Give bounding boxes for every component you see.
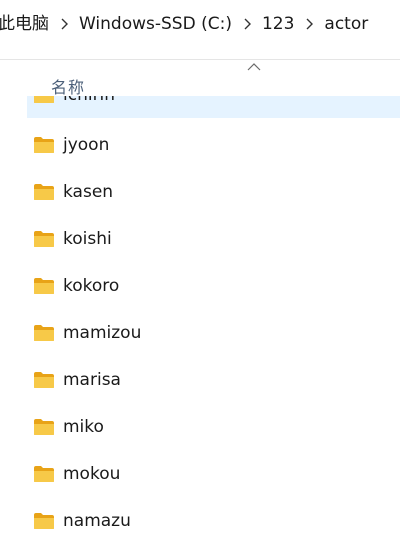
folder-icon	[34, 137, 54, 153]
address-bar[interactable]: 此电脑 Windows-SSD (C:) 123 actor	[0, 0, 400, 48]
column-header-label: 名称	[51, 78, 86, 97]
list-item[interactable]: mokou	[27, 451, 400, 497]
list-item[interactable]: marisa	[27, 357, 400, 403]
list-item[interactable]: namazu	[27, 498, 400, 543]
chevron-right-icon[interactable]	[298, 0, 320, 48]
list-item[interactable]: miko	[27, 404, 400, 450]
file-name: koishi	[63, 229, 112, 249]
breadcrumb-this-pc[interactable]: 此电脑	[0, 0, 53, 48]
sort-ascending-icon	[247, 63, 261, 71]
list-item[interactable]: koishi	[27, 216, 400, 262]
folder-icon	[34, 513, 54, 529]
folder-icon	[34, 325, 54, 341]
file-name: kasen	[63, 182, 114, 202]
file-name: mokou	[63, 464, 121, 484]
list-item[interactable]: jyoon	[27, 122, 400, 168]
list-item[interactable]: kokoro	[27, 263, 400, 309]
folder-icon	[34, 278, 54, 294]
file-name: miko	[63, 417, 104, 437]
list-item[interactable]: kasen	[27, 169, 400, 215]
file-name: jyoon	[63, 135, 110, 155]
folder-icon	[34, 184, 54, 200]
folder-icon	[34, 372, 54, 388]
breadcrumb-drive[interactable]: Windows-SSD (C:)	[75, 0, 236, 48]
list-item[interactable]: mamizou	[27, 310, 400, 356]
file-name: ichirin	[63, 96, 115, 106]
chevron-right-icon[interactable]	[236, 0, 258, 48]
file-name: mamizou	[63, 323, 142, 343]
folder-icon	[34, 231, 54, 247]
folder-icon	[34, 419, 54, 435]
list-item[interactable]: ichirin	[27, 96, 400, 118]
breadcrumb-folder-123[interactable]: 123	[258, 0, 298, 48]
file-name: namazu	[63, 511, 131, 531]
folder-icon	[34, 466, 54, 482]
breadcrumb-folder-actor[interactable]: actor	[320, 0, 372, 48]
file-name: marisa	[63, 370, 121, 390]
file-name: kokoro	[63, 276, 120, 296]
file-list[interactable]: ichirin jyoon kasen koishi kokoro	[0, 96, 400, 543]
folder-icon	[34, 96, 54, 103]
chevron-right-icon[interactable]	[53, 0, 75, 48]
